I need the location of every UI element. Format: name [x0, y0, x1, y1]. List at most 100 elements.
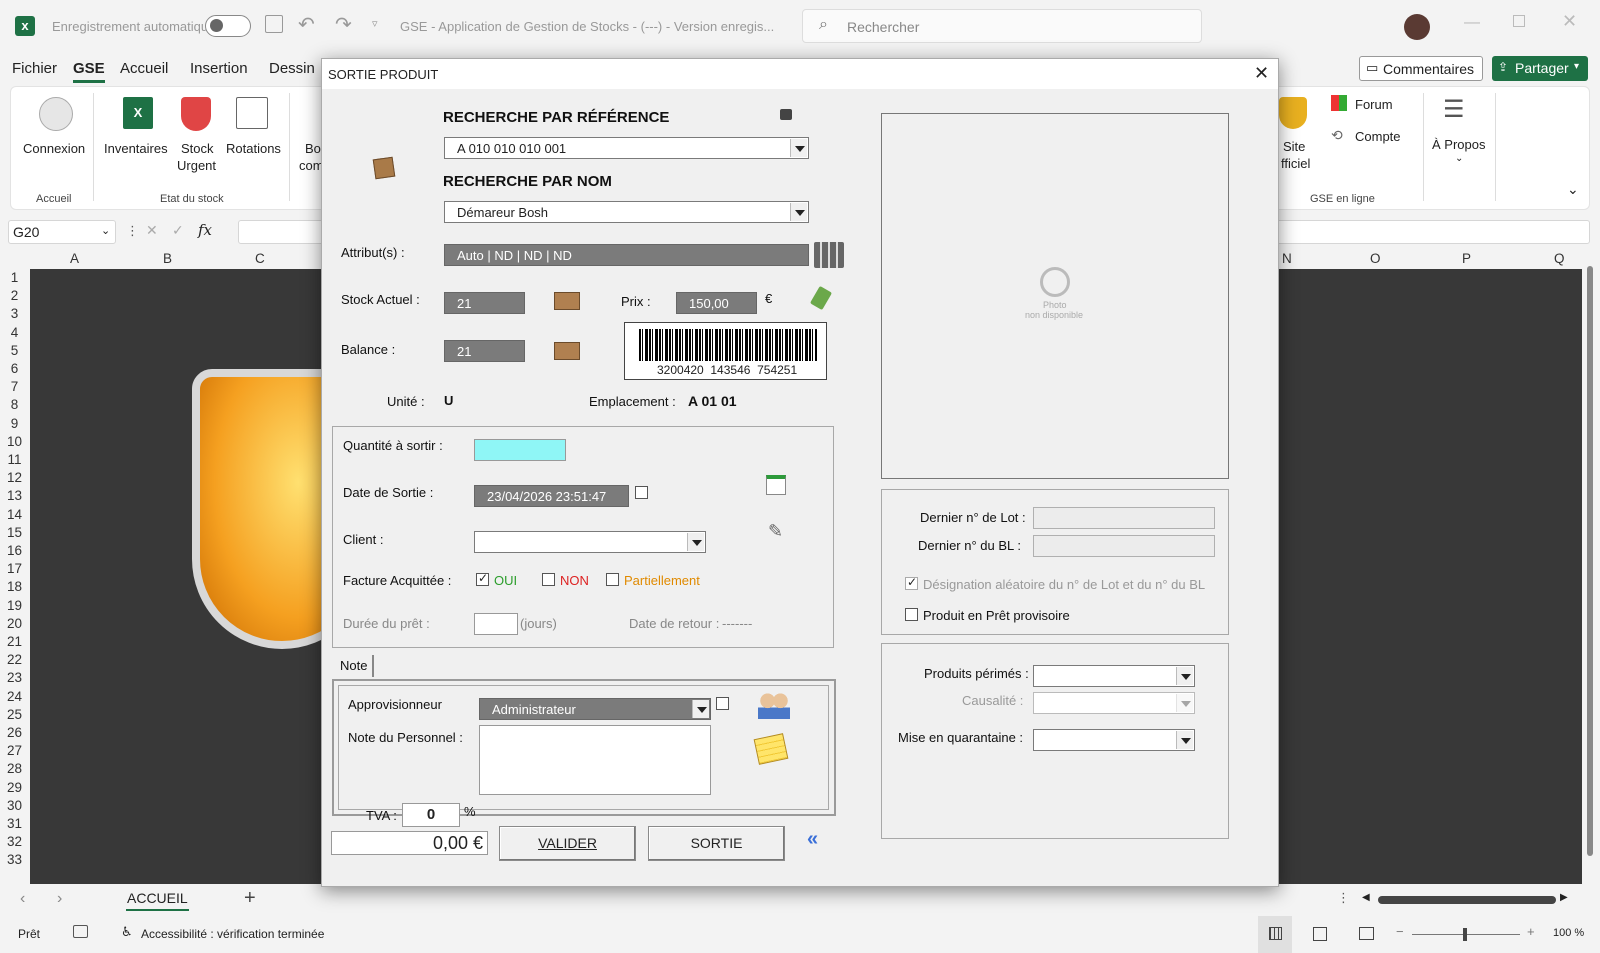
- row-header[interactable]: 5: [0, 343, 29, 358]
- row-header[interactable]: 4: [0, 325, 29, 340]
- users-icon[interactable]: [758, 693, 790, 719]
- row-header[interactable]: 1: [0, 270, 29, 285]
- cancel-icon[interactable]: ✕: [146, 222, 158, 239]
- minimize-icon[interactable]: —: [1464, 14, 1480, 32]
- menu-dessin[interactable]: Dessin: [269, 60, 315, 77]
- scroll-left-icon[interactable]: ◀: [1362, 892, 1370, 903]
- chevron-down-icon[interactable]: ⌄: [1455, 153, 1463, 164]
- row-header[interactable]: 22: [0, 652, 29, 667]
- non-checkbox[interactable]: [542, 573, 555, 586]
- row-header[interactable]: 11: [0, 452, 29, 467]
- row-header[interactable]: 9: [0, 416, 29, 431]
- row-header[interactable]: 31: [0, 816, 29, 831]
- row-header[interactable]: 14: [0, 507, 29, 522]
- row-header[interactable]: 20: [0, 616, 29, 631]
- zoom-slider[interactable]: [1412, 928, 1520, 941]
- col-header-b[interactable]: B: [163, 251, 172, 266]
- connexion-button[interactable]: Connexion: [23, 141, 85, 156]
- collapse-ribbon-icon[interactable]: ⌄: [1567, 181, 1579, 198]
- compte-button[interactable]: Compte: [1355, 129, 1401, 144]
- supplier-checkbox[interactable]: [716, 697, 729, 710]
- col-header-q[interactable]: Q: [1554, 251, 1565, 266]
- row-header[interactable]: 15: [0, 525, 29, 540]
- binders-icon[interactable]: [814, 242, 844, 268]
- price-tag-icon[interactable]: [809, 285, 833, 311]
- save-icon[interactable]: [265, 15, 283, 33]
- redo-icon[interactable]: ↷: [335, 12, 352, 37]
- horizontal-scrollbar-thumb[interactable]: [1378, 896, 1556, 904]
- loan-duration-input[interactable]: [474, 613, 518, 635]
- row-header[interactable]: 6: [0, 361, 29, 376]
- scanner-icon[interactable]: [780, 109, 792, 120]
- row-header[interactable]: 12: [0, 470, 29, 485]
- date-checkbox[interactable]: [635, 486, 648, 499]
- vertical-scrollbar-thumb[interactable]: [1587, 266, 1593, 856]
- row-header[interactable]: 19: [0, 598, 29, 613]
- search-box[interactable]: ⌕ Rechercher: [802, 9, 1202, 43]
- zoom-slider-thumb[interactable]: [1463, 928, 1467, 941]
- name-box[interactable]: G20 ⌄: [8, 220, 116, 244]
- customize-qat-icon[interactable]: ▿: [372, 17, 378, 30]
- row-header[interactable]: 28: [0, 761, 29, 776]
- close-dialog-icon[interactable]: ✕: [1254, 63, 1269, 84]
- row-header[interactable]: 16: [0, 543, 29, 558]
- row-header[interactable]: 27: [0, 743, 29, 758]
- undo-icon[interactable]: ↶: [298, 12, 315, 37]
- bon-button-partial[interactable]: Bo: [305, 141, 321, 156]
- row-header[interactable]: 32: [0, 834, 29, 849]
- forum-button[interactable]: Forum: [1355, 97, 1393, 112]
- edit-client-icon[interactable]: ✎: [768, 521, 783, 542]
- row-header[interactable]: 13: [0, 488, 29, 503]
- menu-fichier[interactable]: Fichier: [12, 60, 57, 77]
- shield-icon[interactable]: [181, 97, 211, 131]
- zoom-out-icon[interactable]: −: [1396, 924, 1404, 939]
- expired-combo[interactable]: [1033, 665, 1195, 687]
- forum-icon[interactable]: [1331, 95, 1347, 111]
- staff-note-textarea[interactable]: [479, 725, 711, 795]
- chevron-down-icon[interactable]: [790, 203, 807, 221]
- open-box-icon[interactable]: [554, 292, 580, 310]
- chevron-down-icon[interactable]: [1176, 731, 1193, 749]
- chevron-down-icon[interactable]: [1176, 667, 1193, 685]
- excel-inventory-icon[interactable]: X: [123, 97, 153, 129]
- row-header[interactable]: 29: [0, 780, 29, 795]
- restore-icon[interactable]: [1513, 15, 1525, 27]
- chevron-down-icon[interactable]: [790, 139, 807, 157]
- row-header[interactable]: 33: [0, 852, 29, 867]
- stock-urgent-button-line2[interactable]: Urgent: [177, 158, 216, 173]
- quantity-input[interactable]: [474, 439, 566, 461]
- zoom-level[interactable]: 100 %: [1553, 927, 1584, 939]
- excel-logo-icon[interactable]: x: [15, 16, 35, 36]
- site-shield-icon[interactable]: [1279, 97, 1307, 129]
- stock-urgent-button[interactable]: Stock: [181, 141, 214, 156]
- avatar[interactable]: [1404, 14, 1430, 40]
- calendar-clock-icon[interactable]: [236, 97, 268, 129]
- box-plus-icon[interactable]: [554, 342, 580, 360]
- partiel-checkbox[interactable]: [606, 573, 619, 586]
- page-layout-view-icon[interactable]: [1313, 927, 1327, 941]
- name-combo[interactable]: Démareur Bosh: [444, 201, 809, 223]
- collapse-left-icon[interactable]: «: [807, 828, 818, 851]
- row-header[interactable]: 10: [0, 434, 29, 449]
- validate-button[interactable]: VALIDER: [499, 826, 636, 861]
- more-options-icon[interactable]: ⋮: [1337, 890, 1350, 906]
- zoom-in-icon[interactable]: +: [1527, 924, 1535, 939]
- oui-checkbox[interactable]: [476, 571, 489, 586]
- enter-icon[interactable]: ✓: [172, 222, 184, 239]
- more-options-icon[interactable]: ⋮: [126, 223, 139, 239]
- inventaires-button[interactable]: Inventaires: [104, 141, 168, 156]
- vat-input[interactable]: 0: [402, 803, 460, 827]
- fx-icon[interactable]: fx: [198, 221, 212, 239]
- sheet-tab-accueil[interactable]: ACCUEIL: [126, 890, 189, 911]
- rotations-button[interactable]: Rotations: [226, 141, 281, 156]
- menu-accueil[interactable]: Accueil: [120, 60, 168, 77]
- row-header[interactable]: 17: [0, 561, 29, 576]
- reference-combo[interactable]: A 010 010 010 001: [444, 137, 809, 159]
- vertical-scrollbar[interactable]: [1585, 252, 1595, 882]
- supplier-combo[interactable]: Administrateur: [479, 698, 711, 720]
- client-combo[interactable]: [474, 531, 706, 553]
- scroll-right-icon[interactable]: ▶: [1560, 892, 1568, 903]
- row-header[interactable]: 30: [0, 798, 29, 813]
- autosave-toggle[interactable]: [205, 15, 251, 37]
- page-break-view-icon[interactable]: [1359, 927, 1374, 940]
